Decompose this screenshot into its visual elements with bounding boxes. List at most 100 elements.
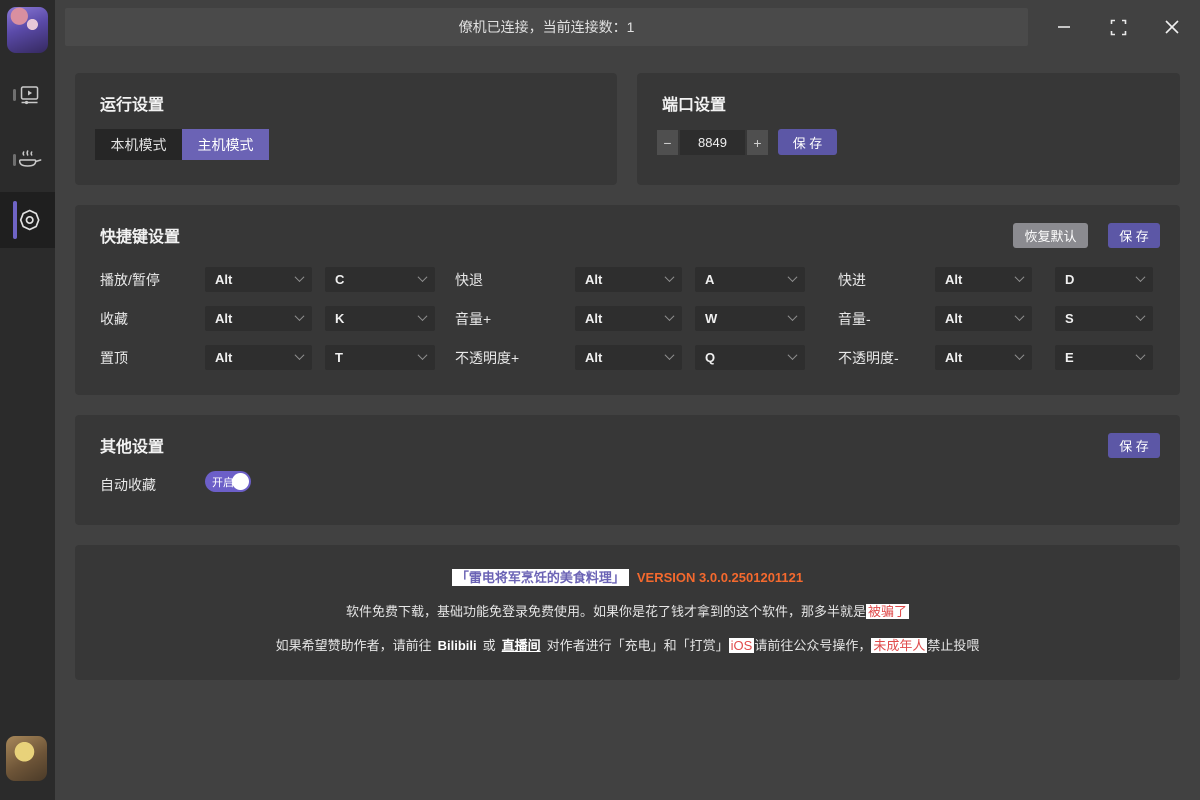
app-logo-avatar bbox=[7, 7, 48, 53]
opacity-up-modifier-select[interactable]: Alt bbox=[575, 345, 682, 370]
livestream-link[interactable]: 直播间 bbox=[502, 638, 541, 653]
port-save-button[interactable]: 保 存 bbox=[778, 129, 837, 155]
ios-badge: iOS bbox=[729, 638, 755, 653]
local-mode-button[interactable]: 本机模式 bbox=[95, 129, 182, 160]
hotkey-label-volume-up: 音量+ bbox=[455, 309, 575, 329]
select-value: Alt bbox=[945, 311, 962, 326]
chevron-down-icon bbox=[419, 314, 426, 321]
volume-down-modifier-select[interactable]: Alt bbox=[935, 306, 1032, 331]
volume-up-key-select[interactable]: W bbox=[695, 306, 805, 331]
favorite-key-select[interactable]: K bbox=[325, 306, 435, 331]
connection-status-text: 僚机已连接，当前连接数：1 bbox=[459, 17, 635, 37]
maximize-button[interactable] bbox=[1102, 12, 1134, 42]
bilibili-link[interactable]: Bilibili bbox=[438, 638, 477, 653]
chevron-down-icon bbox=[1016, 275, 1023, 282]
toggle-knob bbox=[232, 473, 249, 490]
sidebar-item-settings[interactable] bbox=[0, 192, 55, 248]
hotkey-label-opacity-down: 不透明度- bbox=[838, 348, 935, 368]
select-value: Alt bbox=[585, 350, 602, 365]
toggle-on-text: 开启 bbox=[212, 474, 234, 490]
hotkey-label-opacity-up: 不透明度+ bbox=[455, 348, 575, 368]
minor-warning-badge: 未成年人 bbox=[871, 638, 927, 653]
chevron-down-icon bbox=[296, 353, 303, 360]
port-increment-button[interactable]: + bbox=[747, 130, 768, 155]
rewind-key-select[interactable]: A bbox=[695, 267, 805, 292]
chevron-down-icon bbox=[1016, 353, 1023, 360]
run-settings-card: 运行设置 本机模式 主机模式 bbox=[75, 73, 617, 185]
select-value: Q bbox=[705, 350, 715, 365]
chevron-down-icon bbox=[1137, 275, 1144, 282]
volume-down-key-select[interactable]: S bbox=[1055, 306, 1153, 331]
select-value: E bbox=[1065, 350, 1074, 365]
chevron-down-icon bbox=[789, 353, 796, 360]
forward-modifier-select[interactable]: Alt bbox=[935, 267, 1032, 292]
select-value: Alt bbox=[945, 350, 962, 365]
frying-pan-icon bbox=[17, 149, 41, 171]
free-notice-text: 软件免费下载，基础功能免登录免费使用。如果你是花了钱才拿到的这个软件，那多半就是 bbox=[346, 604, 866, 619]
port-settings-card: 端口设置 − 8849 + 保 存 bbox=[637, 73, 1180, 185]
donate-text: 或 bbox=[483, 638, 496, 653]
nav-indicator bbox=[13, 154, 16, 166]
about-card: 「雷电将军烹饪的美食料理」VERSION 3.0.0.2501201121 软件… bbox=[75, 545, 1180, 680]
sidebar-item-player[interactable] bbox=[0, 70, 55, 120]
minimize-button[interactable] bbox=[1048, 12, 1080, 42]
hotkey-label-volume-down: 音量- bbox=[838, 309, 935, 329]
port-decrement-button[interactable]: − bbox=[657, 130, 678, 155]
user-avatar[interactable] bbox=[6, 736, 47, 781]
chevron-down-icon bbox=[1016, 314, 1023, 321]
auto-favorite-toggle[interactable]: 开启 bbox=[205, 471, 251, 492]
close-button[interactable] bbox=[1156, 12, 1188, 42]
select-value: D bbox=[1065, 272, 1074, 287]
donate-text: 禁止投喂 bbox=[927, 638, 979, 653]
other-save-button[interactable]: 保 存 bbox=[1108, 433, 1160, 458]
select-value: Alt bbox=[215, 311, 232, 326]
sidebar bbox=[0, 0, 55, 800]
chevron-down-icon bbox=[666, 353, 673, 360]
chevron-down-icon bbox=[1137, 314, 1144, 321]
hotkey-save-button[interactable]: 保 存 bbox=[1108, 223, 1160, 248]
run-mode-segment: 本机模式 主机模式 bbox=[95, 129, 269, 160]
donate-text: 对作者进行「充电」和「打赏」 bbox=[547, 638, 729, 653]
play-pause-modifier-select[interactable]: Alt bbox=[205, 267, 312, 292]
hotkey-label-favorite: 收藏 bbox=[100, 309, 205, 329]
pin-top-modifier-select[interactable]: Alt bbox=[205, 345, 312, 370]
port-settings-title: 端口设置 bbox=[662, 91, 726, 115]
gear-icon bbox=[17, 208, 41, 232]
about-line-free-notice: 软件免费下载，基础功能免登录免费使用。如果你是花了钱才拿到的这个软件，那多半就是… bbox=[75, 601, 1180, 620]
pin-top-key-select[interactable]: T bbox=[325, 345, 435, 370]
hotkey-label-rewind: 快退 bbox=[455, 270, 575, 290]
donate-text: 如果希望赞助作者，请前往 bbox=[276, 638, 432, 653]
favorite-modifier-select[interactable]: Alt bbox=[205, 306, 312, 331]
hotkey-label-play-pause: 播放/暂停 bbox=[100, 270, 205, 290]
volume-up-modifier-select[interactable]: Alt bbox=[575, 306, 682, 331]
hotkey-settings-title: 快捷键设置 bbox=[100, 223, 180, 247]
sidebar-item-cooking[interactable] bbox=[0, 135, 55, 185]
select-value: T bbox=[335, 350, 343, 365]
hotkey-grid: 播放/暂停 Alt C 快退 Alt A 快进 Alt D 收藏 Alt K 音… bbox=[100, 267, 1153, 370]
about-line-donate: 如果希望赞助作者，请前往 Bilibili 或直播间对作者进行「充电」和「打赏」iO… bbox=[75, 635, 1180, 654]
version-text: VERSION 3.0.0.2501201121 bbox=[637, 570, 803, 585]
opacity-down-key-select[interactable]: E bbox=[1055, 345, 1153, 370]
forward-key-select[interactable]: D bbox=[1055, 267, 1153, 292]
play-pause-key-select[interactable]: C bbox=[325, 267, 435, 292]
restore-defaults-button[interactable]: 恢复默认 bbox=[1013, 223, 1088, 248]
select-value: Alt bbox=[585, 311, 602, 326]
rewind-modifier-select[interactable]: Alt bbox=[575, 267, 682, 292]
run-settings-title: 运行设置 bbox=[100, 91, 164, 115]
opacity-down-modifier-select[interactable]: Alt bbox=[935, 345, 1032, 370]
port-value-field[interactable]: 8849 bbox=[680, 130, 745, 155]
chevron-down-icon bbox=[296, 275, 303, 282]
hotkey-label-forward: 快进 bbox=[838, 270, 935, 290]
host-mode-button[interactable]: 主机模式 bbox=[182, 129, 269, 160]
auto-favorite-label: 自动收藏 bbox=[100, 475, 156, 495]
port-stepper: − 8849 + bbox=[657, 130, 768, 155]
chevron-down-icon bbox=[666, 314, 673, 321]
hotkey-settings-card: 快捷键设置 恢复默认 保 存 播放/暂停 Alt C 快退 Alt A 快进 A… bbox=[75, 205, 1180, 395]
donate-text: 请前往公众号操作， bbox=[754, 638, 871, 653]
nav-indicator bbox=[13, 89, 16, 101]
about-line-title: 「雷电将军烹饪的美食料理」VERSION 3.0.0.2501201121 bbox=[75, 567, 1180, 586]
select-value: Alt bbox=[215, 272, 232, 287]
opacity-up-key-select[interactable]: Q bbox=[695, 345, 805, 370]
chevron-down-icon bbox=[789, 275, 796, 282]
chevron-down-icon bbox=[419, 353, 426, 360]
